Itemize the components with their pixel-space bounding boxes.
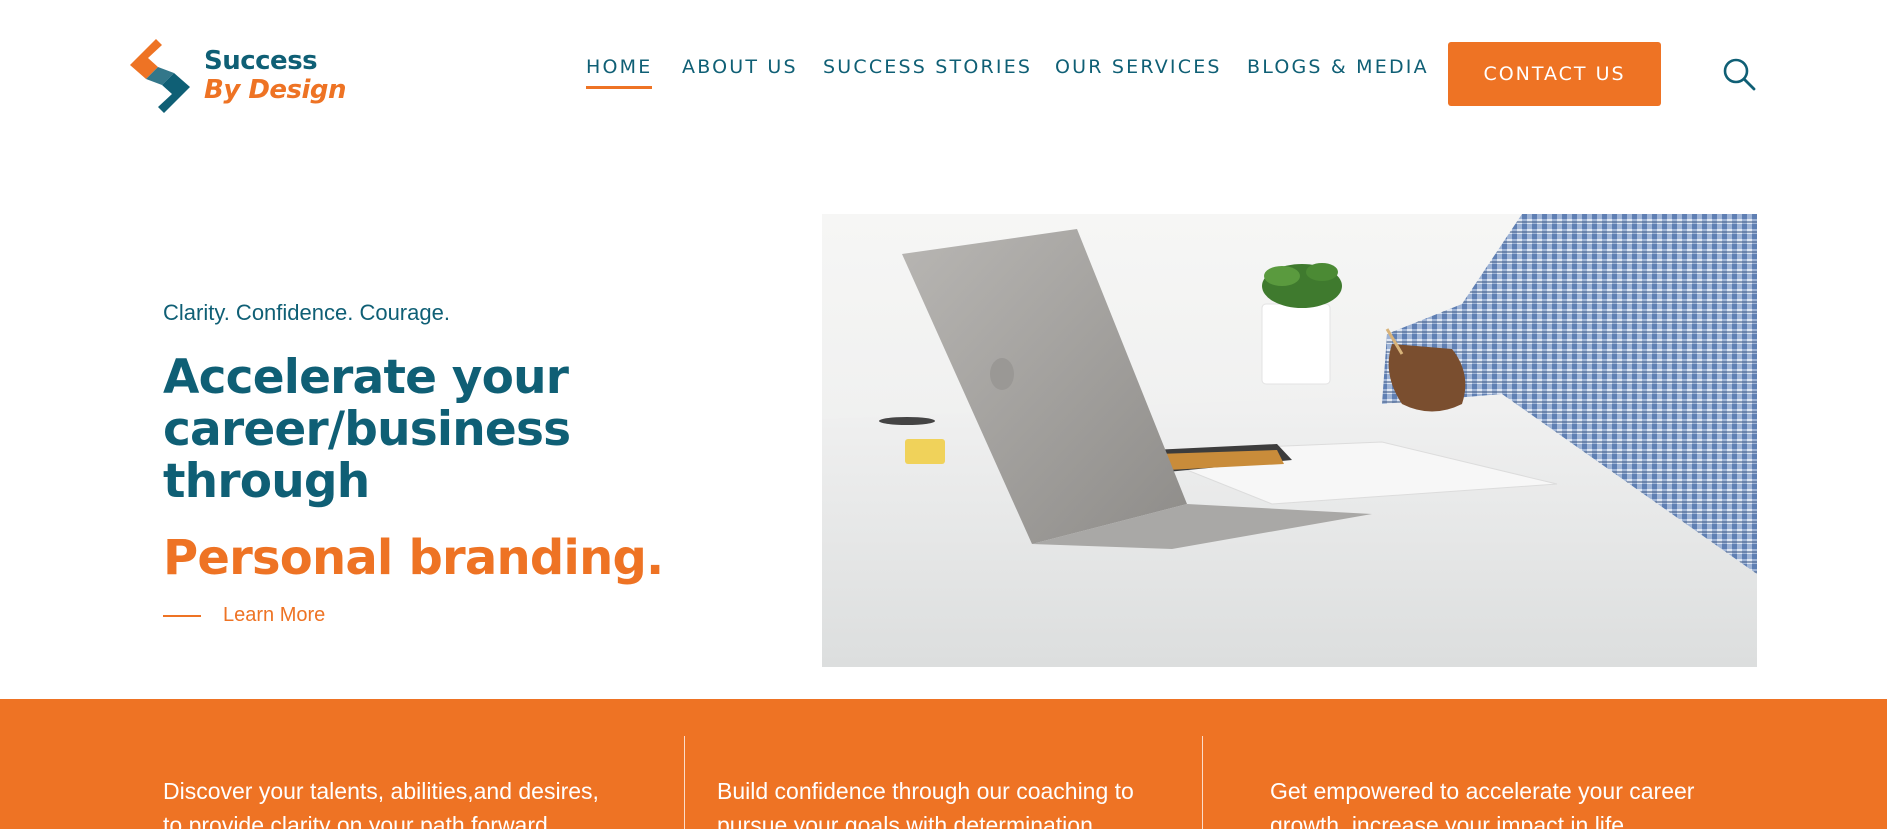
site-header: Success By Design HOME ABOUT US SUCCESS … <box>0 0 1887 150</box>
learn-more-dash <box>163 614 201 617</box>
nav-item-about-us[interactable]: ABOUT US <box>682 56 798 78</box>
hero-headline-line-1: Accelerate your <box>163 350 569 405</box>
learn-more-label: Learn More <box>223 604 326 626</box>
nav-item-our-services[interactable]: OUR SERVICES <box>1055 56 1222 78</box>
hero-photo-illustration <box>822 214 1757 667</box>
benefit-empower: Get empowered to accelerate your career … <box>1270 774 1694 829</box>
hero-image <box>822 214 1757 667</box>
brand-logo[interactable]: Success By Design <box>128 36 348 116</box>
hero-tagline: Clarity. Confidence. Courage. <box>163 300 450 325</box>
benefits-band: Discover your talents, abilities,and des… <box>0 699 1887 829</box>
hero-headline-line-2: career/business through <box>163 402 571 509</box>
hero-headline: Accelerate your career/business through <box>163 352 783 508</box>
benefit-empower-line-2: growth, increase your impact in life. <box>1270 812 1631 829</box>
search-icon[interactable] <box>1722 57 1756 91</box>
benefit-confidence: Build confidence through our coaching to… <box>717 774 1134 829</box>
benefit-confidence-line-2: pursue your goals with determination. <box>717 812 1100 829</box>
logo-text: Success By Design <box>204 46 347 105</box>
hero-highlight: Personal branding. <box>163 530 664 586</box>
logo-mark-icon <box>130 39 190 113</box>
benefit-discover-line-1: Discover your talents, abilities,and des… <box>163 778 599 804</box>
band-divider <box>1202 736 1203 829</box>
benefit-confidence-line-1: Build confidence through our coaching to <box>717 778 1134 804</box>
nav-item-home[interactable]: HOME <box>586 56 653 89</box>
nav-item-success-stories[interactable]: SUCCESS STORIES <box>823 56 1032 78</box>
logo-line-2: By Design <box>204 75 347 105</box>
benefit-discover-line-2: to provide clarity on your path forward. <box>163 812 555 829</box>
benefit-discover: Discover your talents, abilities,and des… <box>163 774 599 829</box>
band-divider <box>684 736 685 829</box>
logo-line-1: Success <box>204 46 318 76</box>
learn-more-link[interactable]: Learn More <box>163 604 783 627</box>
nav-item-blogs-media[interactable]: BLOGS & MEDIA <box>1247 56 1429 78</box>
contact-us-button[interactable]: CONTACT US <box>1448 42 1661 106</box>
hero-content: Clarity. Confidence. Courage. Accelerate… <box>163 300 783 627</box>
benefit-empower-line-1: Get empowered to accelerate your career <box>1270 778 1695 804</box>
